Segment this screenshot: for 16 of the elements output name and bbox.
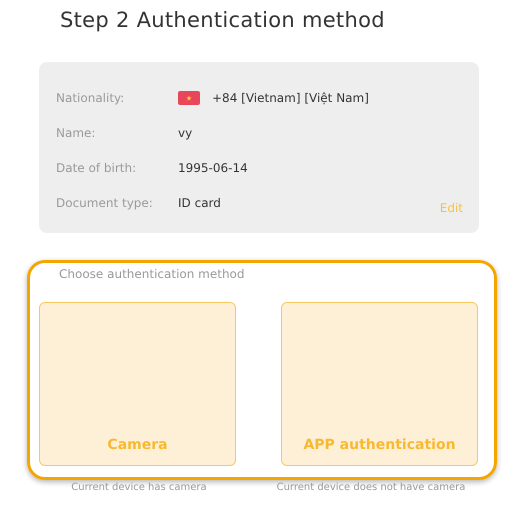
field-label: Date of birth: bbox=[56, 160, 138, 174]
field-value: 1995-06-14 bbox=[178, 160, 248, 174]
field-value: +84 [Vietnam] [Việt Nam] bbox=[212, 90, 369, 104]
method-option[interactable]: APP authentication bbox=[281, 302, 478, 466]
option-caption: Current device has camera bbox=[70, 482, 208, 493]
flag-icon bbox=[178, 90, 200, 104]
field-label: Document type: bbox=[56, 196, 154, 210]
method-option[interactable]: Camera bbox=[39, 302, 236, 466]
page-title: Step 2 Authentication method bbox=[59, 7, 386, 34]
field-value: ID card bbox=[178, 196, 221, 210]
section-heading: Choose authentication method bbox=[58, 267, 246, 283]
field-label: Nationality: bbox=[56, 90, 126, 104]
field-value: vy bbox=[178, 126, 192, 140]
edit-link[interactable]: Edit bbox=[440, 201, 463, 215]
option-caption: Current device does not have camera bbox=[276, 482, 466, 493]
field-label: Name: bbox=[56, 126, 96, 140]
